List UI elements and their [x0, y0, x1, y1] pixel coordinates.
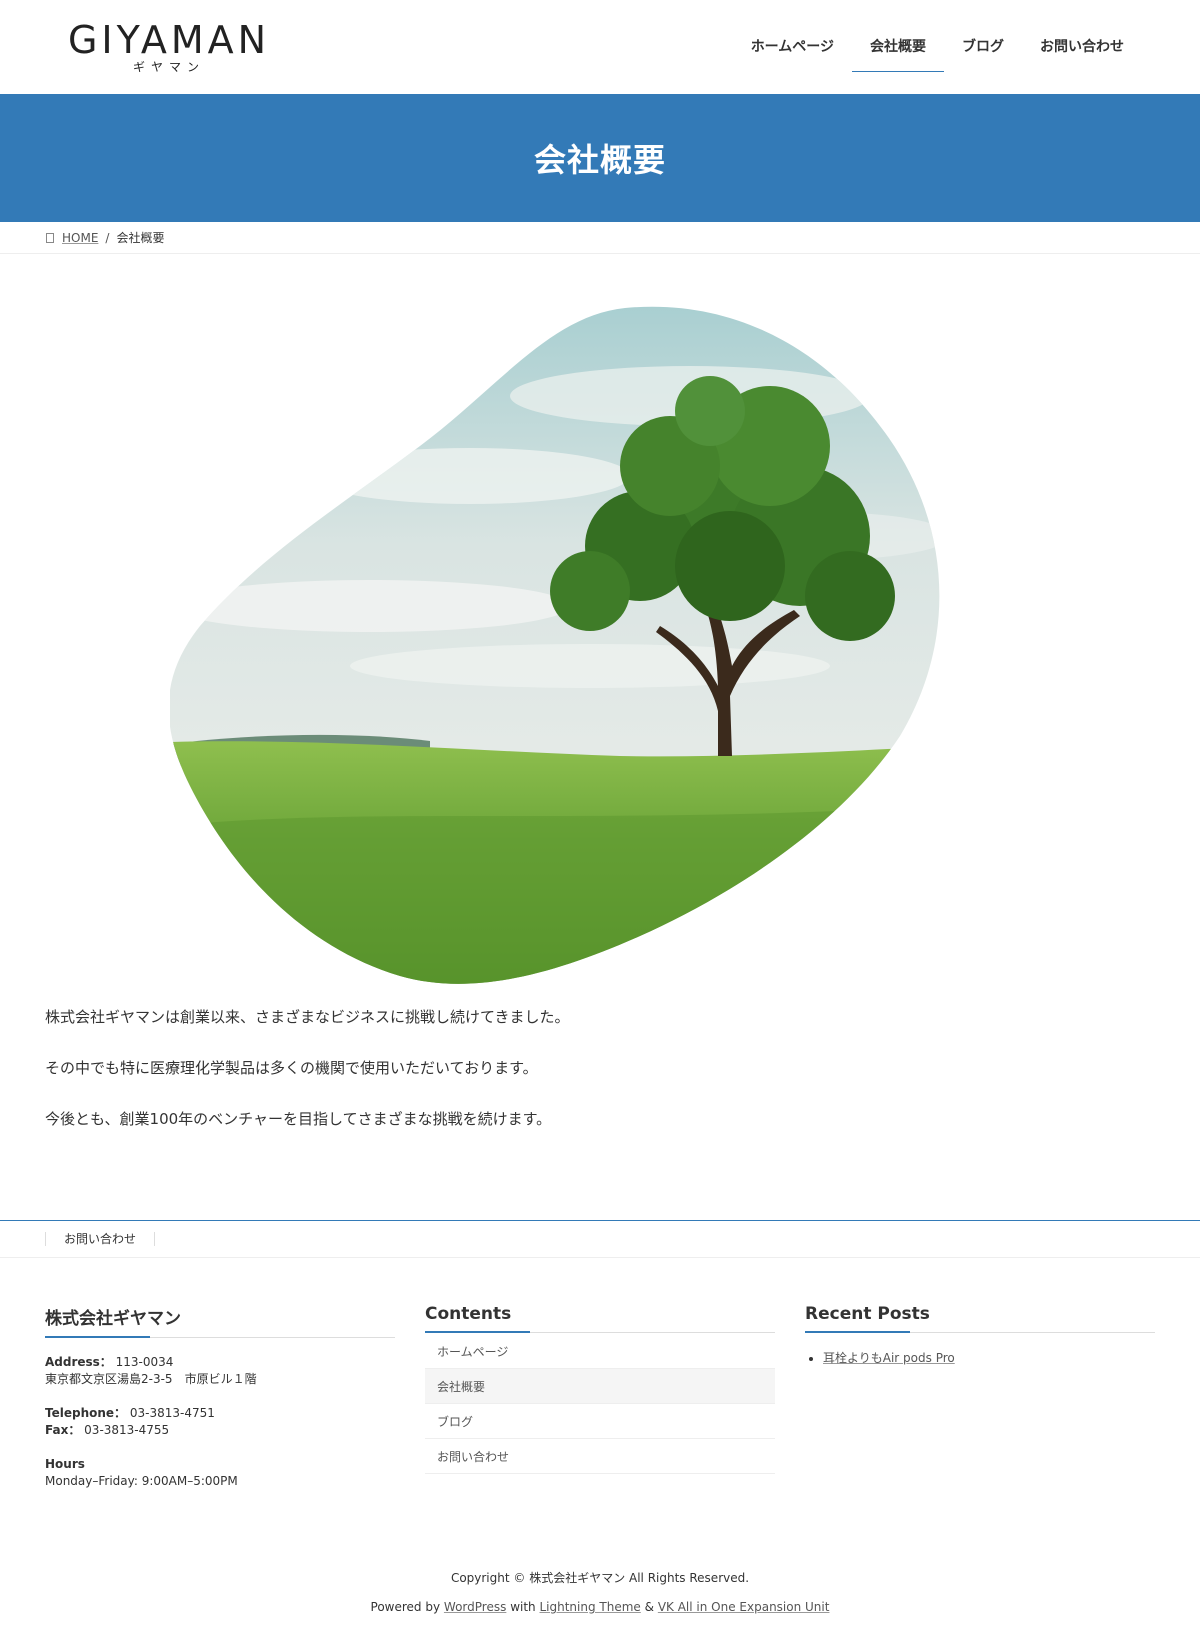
powered-by-text: Powered by [370, 1600, 441, 1614]
company-address: Address： 113-0034 東京都文京区湯島2-3-5 市原ビル１階 T… [45, 1354, 395, 1490]
site-logo[interactable]: GIYAMAN ギヤマン [67, 18, 271, 73]
recent-post-link[interactable]: 耳栓よりもAir pods Pro [823, 1351, 955, 1365]
hours-value: Monday–Friday: 9:00AM–5:00PM [45, 1474, 238, 1488]
company-widget: 株式会社ギヤマン Address： 113-0034 東京都文京区湯島2-3-5… [45, 1304, 395, 1507]
recent-posts-widget: Recent Posts 耳栓よりもAir pods Pro [805, 1304, 1155, 1366]
breadcrumb-home-link[interactable]: HOME [62, 231, 98, 245]
content-paragraph: 今後とも、創業100年のベンチャーを目指してさまざまな挑戦を続けます。 [45, 1110, 552, 1128]
telephone-number: 03-3813-4751 [129, 1406, 215, 1420]
logo-subtext: ギヤマン [132, 60, 205, 74]
copyright: Copyright © 株式会社ギヤマン All Rights Reserved… [0, 1564, 1200, 1622]
content-paragraph: その中でも特に医療理化学製品は多くの機関で使用いただいております。 [45, 1059, 538, 1077]
global-nav: ホームページ 会社概要 ブログ お問い合わせ [733, 22, 1142, 72]
hours-label: Hours [45, 1457, 85, 1471]
home-icon [46, 232, 54, 243]
contents-widget: Contents ホームページ 会社概要 ブログ お問い合わせ [425, 1304, 775, 1474]
fax-label: Fax： [45, 1423, 81, 1437]
fax-number: 03-3813-4755 [84, 1423, 170, 1437]
tree-field-image [170, 306, 940, 984]
page-content: 株式会社ギヤマンは創業以来、さまざまなビジネスに挑戦し続けてきました。 その中で… [45, 1004, 1145, 1157]
address-label: Address： [45, 1355, 112, 1369]
breadcrumb: HOME / 会社概要 [0, 222, 1200, 254]
wordpress-link[interactable]: WordPress [444, 1600, 506, 1614]
contents-item-blog[interactable]: ブログ [425, 1404, 775, 1439]
content-paragraph: 株式会社ギヤマンは創業以来、さまざまなビジネスに挑戦し続けてきました。 [45, 1008, 570, 1026]
page-header: 会社概要 [0, 94, 1200, 222]
copyright-line: Copyright © 株式会社ギヤマン All Rights Reserved… [450, 1571, 750, 1585]
with-text: with [510, 1600, 536, 1614]
company-widget-title: 株式会社ギヤマン [45, 1304, 395, 1338]
address-line: 東京都文京区湯島2-3-5 市原ビル１階 [45, 1372, 257, 1386]
page-title: 会社概要 [533, 141, 666, 179]
contents-item-company[interactable]: 会社概要 [425, 1369, 775, 1404]
nav-item-company[interactable]: 会社概要 [852, 22, 944, 72]
site-header: GIYAMAN ギヤマン ホームページ 会社概要 ブログ お問い合わせ [0, 0, 1200, 94]
contents-menu: ホームページ 会社概要 ブログ お問い合わせ [425, 1334, 775, 1474]
breadcrumb-separator: / [105, 230, 110, 245]
plugin-link[interactable]: VK All in One Expansion Unit [658, 1600, 830, 1614]
theme-link[interactable]: Lightning Theme [539, 1600, 640, 1614]
recent-posts-list: 耳栓よりもAir pods Pro [805, 1349, 1155, 1366]
nav-item-contact[interactable]: お問い合わせ [1022, 22, 1142, 72]
recent-posts-title: Recent Posts [805, 1304, 1155, 1333]
hero-image [170, 306, 946, 988]
contents-widget-title: Contents [425, 1304, 775, 1333]
logo-text: GIYAMAN [67, 18, 271, 62]
telephone-label: Telephone： [45, 1406, 127, 1420]
nav-item-home[interactable]: ホームページ [733, 22, 852, 72]
contents-item-home[interactable]: ホームページ [425, 1334, 775, 1369]
address-zip: 113-0034 [115, 1355, 174, 1369]
footer-nav-contact[interactable]: お問い合わせ [45, 1232, 156, 1246]
breadcrumb-current: 会社概要 [116, 231, 165, 245]
list-item: 耳栓よりもAir pods Pro [823, 1349, 1155, 1366]
contents-item-contact[interactable]: お問い合わせ [425, 1439, 775, 1474]
nav-item-blog[interactable]: ブログ [944, 22, 1022, 72]
amp-text: & [644, 1600, 654, 1614]
powered-by-line: Powered by WordPress with Lightning Them… [0, 1593, 1200, 1622]
footer-nav: お問い合わせ [0, 1220, 1200, 1258]
